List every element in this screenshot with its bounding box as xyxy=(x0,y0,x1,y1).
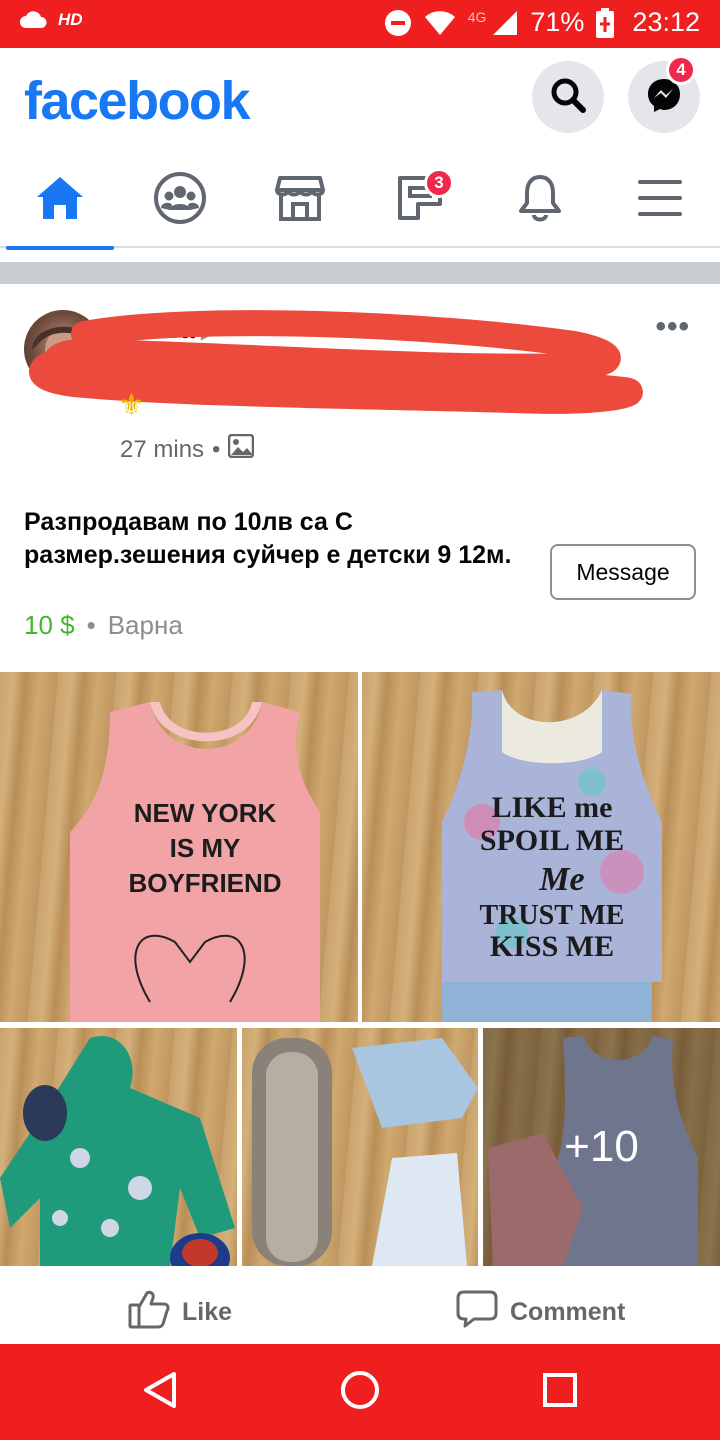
tab-menu[interactable] xyxy=(600,152,720,248)
recents-square-icon xyxy=(540,1370,580,1415)
meta-dot: • xyxy=(212,435,221,463)
home-circle-icon xyxy=(340,1370,380,1415)
status-bar: HD 4G 71% 23:12 xyxy=(0,0,720,48)
comment-button[interactable]: Comment xyxy=(456,1280,625,1344)
comment-label: Comment xyxy=(510,1297,626,1326)
shark-hoodie xyxy=(0,1036,235,1266)
pages-badge: 3 xyxy=(424,168,454,198)
floral-caption-line-4: TRUST ME xyxy=(480,900,625,931)
messenger-button[interactable]: 4 xyxy=(628,55,700,133)
clock: 23:12 xyxy=(632,7,700,37)
battery-charging-icon xyxy=(596,7,615,38)
floral-caption-line-1: LIKE me xyxy=(492,791,613,824)
recents-button[interactable] xyxy=(536,1368,584,1416)
app-header: facebook 4 xyxy=(0,48,720,152)
do-not-disturb-icon xyxy=(384,9,412,37)
home-nav-button[interactable] xyxy=(336,1368,384,1416)
groups-icon xyxy=(152,170,208,231)
back-button[interactable] xyxy=(136,1368,184,1416)
post-meta: 27 mins • xyxy=(120,433,255,465)
fleur-de-lis-emoji: ⚜ xyxy=(118,389,145,422)
bell-icon xyxy=(517,173,563,228)
tank-caption-line-3: BOYFRIEND xyxy=(128,868,281,898)
search-button[interactable] xyxy=(532,61,604,133)
listing-price: 10 $ xyxy=(24,610,75,640)
listing-title[interactable]: Разпродавам по 10лв са С размер.зешения … xyxy=(24,506,524,572)
signal-icon xyxy=(492,10,518,36)
tab-home[interactable] xyxy=(0,152,120,250)
tab-marketplace[interactable] xyxy=(240,152,360,248)
messenger-badge: 4 xyxy=(666,55,696,85)
tab-pages[interactable]: 3 xyxy=(360,152,480,248)
redaction-scribble xyxy=(29,310,643,414)
cloud-icon xyxy=(18,10,48,30)
tab-groups[interactable] xyxy=(120,152,240,248)
floral-caption-line-2: SPOIL ME xyxy=(480,824,624,857)
more-options-icon[interactable]: ••• xyxy=(655,310,690,344)
shared-arrow-icon: ▶ xyxy=(200,321,217,343)
photo-audience-icon xyxy=(228,433,255,465)
listing-photo-1[interactable]: NEW YORK IS MY BOYFRIEND xyxy=(0,672,358,1022)
thumbs-up-icon xyxy=(128,1289,170,1336)
marketplace-icon xyxy=(274,174,326,227)
listing-photo-2[interactable]: LIKE me SPOIL ME Me TRUST ME KISS ME xyxy=(362,672,720,1022)
post-action-bar: Like Comment xyxy=(0,1280,720,1344)
wifi-icon xyxy=(424,10,456,36)
floral-tank-top: LIKE me SPOIL ME Me TRUST ME KISS ME xyxy=(442,690,662,1022)
listing-photo-5[interactable]: +10 xyxy=(483,1028,720,1266)
more-photos-count[interactable]: +10 xyxy=(483,1028,720,1266)
message-button[interactable]: Message xyxy=(550,544,696,600)
tab-notifications[interactable] xyxy=(480,152,600,248)
hamburger-menu-icon xyxy=(637,178,683,223)
listing-photo-4[interactable] xyxy=(242,1028,478,1266)
feed-separator xyxy=(0,262,720,284)
search-icon xyxy=(549,76,587,119)
home-icon xyxy=(35,175,85,226)
android-navigation-bar xyxy=(0,1344,720,1440)
price-row: 10 $ • Варна xyxy=(24,610,183,641)
post-time[interactable]: 27 mins xyxy=(120,436,204,464)
back-triangle-icon xyxy=(140,1370,180,1415)
tank-caption-line-2: IS MY xyxy=(170,833,241,863)
stroller-liner-and-clothes xyxy=(252,1038,478,1266)
nav-tabs: 3 xyxy=(0,152,720,250)
listing-location: Варна xyxy=(107,610,183,640)
floral-caption-line-3: Me xyxy=(538,861,584,898)
author-avatar[interactable] xyxy=(24,310,102,388)
comment-bubble-icon xyxy=(456,1289,498,1336)
tank-caption-line-1: NEW YORK xyxy=(134,798,277,828)
hd-label: HD xyxy=(58,10,83,29)
price-dot: • xyxy=(86,610,96,640)
like-button[interactable]: Like xyxy=(128,1280,232,1344)
post-header: В ова ▶ ⚜ 27 mins • ••• xyxy=(0,284,720,494)
pink-tank-top: NEW YORK IS MY BOYFRIEND xyxy=(70,702,320,1022)
listing-photo-3[interactable] xyxy=(0,1028,237,1266)
battery-percent: 71% xyxy=(530,7,585,37)
like-label: Like xyxy=(182,1297,233,1326)
facebook-logo[interactable]: facebook xyxy=(24,70,251,132)
author-name[interactable]: В ова ▶ xyxy=(120,314,216,345)
floral-caption-line-5: KISS ME xyxy=(490,930,614,963)
network-type-label: 4G xyxy=(467,9,487,25)
